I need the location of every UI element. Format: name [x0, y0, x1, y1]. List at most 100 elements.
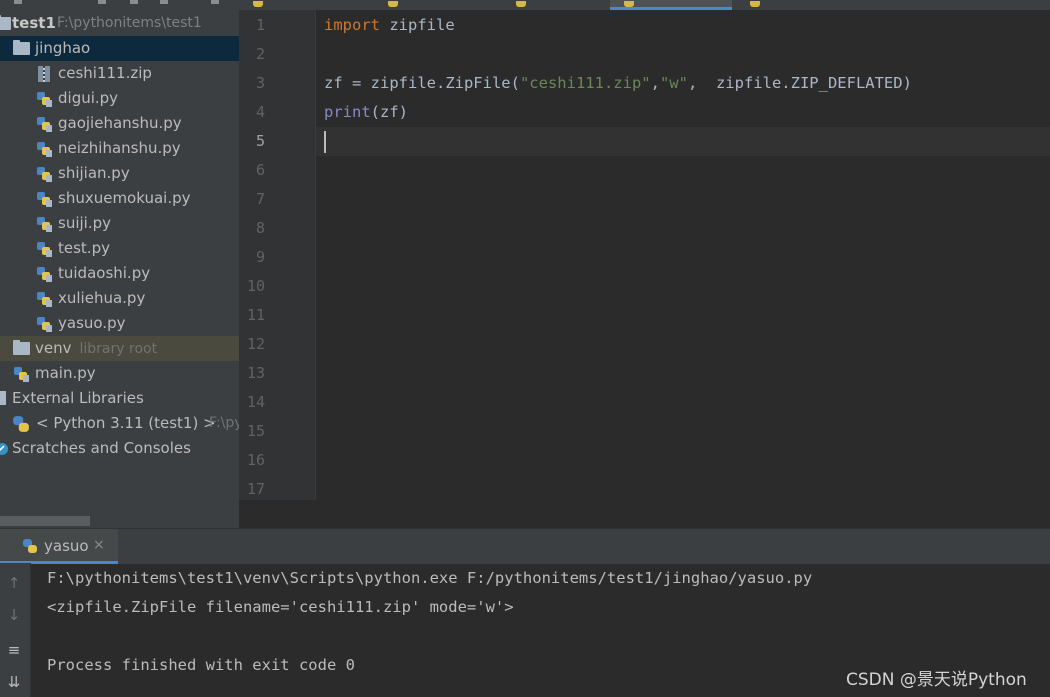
line-number: 13 [246, 364, 265, 382]
python-file-icon [37, 142, 52, 157]
folder-label: jinghao [35, 39, 91, 57]
editor-tab-bar [239, 0, 1050, 10]
python-file-icon [37, 117, 52, 132]
scratches-label: Scratches and Consoles [12, 439, 191, 457]
scroll-to-end-icon[interactable]: ⇊ [5, 673, 23, 691]
code-line-1: import zipfile [324, 11, 455, 40]
python-logo-icon [13, 416, 29, 432]
tree-file-item[interactable]: yasuo.py [0, 311, 239, 336]
tree-file-item[interactable]: shijian.py [0, 161, 239, 186]
python-file-icon [37, 92, 52, 107]
project-root-name: test1 [12, 14, 56, 32]
soft-wrap-icon[interactable]: ≡ [5, 641, 23, 659]
close-icon[interactable]: × [93, 537, 105, 553]
line-number: 15 [246, 422, 265, 440]
venv-label: venv library root [35, 336, 157, 362]
toolbar-icon[interactable] [160, 0, 168, 4]
line-number: 7 [255, 190, 265, 208]
current-line-highlight [316, 127, 1050, 156]
toolbar-icon[interactable] [130, 0, 138, 4]
tree-file-item[interactable]: neizhihanshu.py [0, 136, 239, 161]
python-file-icon [37, 192, 52, 207]
editor-tab[interactable] [736, 0, 854, 10]
tree-folder-jinghao[interactable]: jinghao [0, 36, 239, 61]
text-caret [324, 131, 326, 153]
python-file-icon [388, 1, 398, 7]
file-label: xuliehua.py [58, 289, 146, 307]
project-root-path: F:\pythonitems\test1 [57, 15, 202, 31]
file-label: ceshi111.zip [58, 64, 152, 82]
tree-file-item[interactable]: gaojiehanshu.py [0, 111, 239, 136]
code-editor[interactable]: import zipfile zf = zipfile.ZipFile("ces… [316, 10, 1050, 500]
editor-tab[interactable] [374, 0, 494, 10]
scratches-icon [0, 443, 8, 455]
run-header: yasuo × [0, 528, 1050, 564]
line-number: 3 [255, 74, 265, 92]
project-tool-window: test1 F:\pythonitems\test1 jinghao ceshi… [0, 0, 239, 528]
zip-file-icon [38, 66, 50, 82]
run-side-toolbar: ↑ ↓ ≡ ⇊ [0, 563, 31, 697]
sidebar-horizontal-scrollbar[interactable] [0, 516, 90, 526]
line-number: 4 [255, 103, 265, 121]
toolbar-icon[interactable] [98, 0, 106, 4]
python-file-icon [37, 242, 52, 257]
console-line: F:\pythonitems\test1\venv\Scripts\python… [47, 569, 813, 587]
tree-file-item[interactable]: shuxuemokuai.py [0, 186, 239, 211]
file-label: suiji.py [58, 214, 111, 232]
line-number: 6 [255, 161, 265, 179]
file-label: shijian.py [58, 164, 130, 182]
tree-python-sdk[interactable]: < Python 3.11 (test1) > F:\py [0, 411, 239, 436]
python-logo-icon [23, 539, 37, 553]
file-label: shuxuemokuai.py [58, 189, 191, 207]
tree-file-item[interactable]: digui.py [0, 86, 239, 111]
python-file-icon [37, 217, 52, 232]
external-libraries-label: External Libraries [12, 389, 144, 407]
arrow-down-icon[interactable]: ↓ [5, 606, 23, 624]
tree-file-item[interactable]: test.py [0, 236, 239, 261]
tree-file-item[interactable]: ceshi111.zip [0, 61, 239, 86]
editor-tab[interactable] [239, 0, 364, 10]
python-file-icon [37, 267, 52, 282]
arrow-up-icon[interactable]: ↑ [5, 574, 23, 592]
tree-root-test1[interactable]: test1 F:\pythonitems\test1 [0, 11, 239, 36]
keyword-import: import [324, 16, 380, 34]
line-number: 8 [255, 219, 265, 237]
library-icon [0, 391, 6, 405]
venv-name: venv [35, 339, 72, 357]
python-file-icon [37, 317, 52, 332]
python-sdk-label: < Python 3.11 (test1) > [36, 414, 216, 432]
file-label: tuidaoshi.py [58, 264, 151, 282]
folder-icon [0, 15, 11, 30]
line-number: 5 [255, 132, 265, 150]
code-text: , [650, 74, 660, 92]
line-number-gutter: 1 2 3 4 5 6 7 8 9 10 11 12 13 14 15 16 17 [239, 10, 316, 500]
line-number: 14 [246, 393, 265, 411]
project-toolbar [0, 0, 239, 10]
toolbar-icon[interactable] [14, 0, 22, 4]
tree-file-item[interactable]: tuidaoshi.py [0, 261, 239, 286]
string-literal: "w" [659, 74, 688, 92]
tree-file-item[interactable]: xuliehua.py [0, 286, 239, 311]
editor-bottom-area [239, 500, 1050, 528]
python-file-icon [37, 292, 52, 307]
line-number: 16 [246, 451, 265, 469]
line-number: 12 [246, 335, 265, 353]
editor-tab[interactable] [504, 0, 604, 10]
tree-file-item[interactable]: suiji.py [0, 211, 239, 236]
console-line: <zipfile.ZipFile filename='ceshi111.zip'… [47, 598, 514, 616]
tree-folder-venv[interactable]: venv library root [0, 336, 239, 361]
python-file-icon [253, 1, 263, 7]
run-tab-yasuo[interactable]: yasuo × [0, 529, 118, 564]
editor-tab-active[interactable] [610, 0, 732, 10]
tree-external-libraries[interactable]: External Libraries [0, 386, 239, 411]
file-label: neizhihanshu.py [58, 139, 181, 157]
tree-file-main[interactable]: main.py [0, 361, 239, 386]
folder-icon [13, 40, 30, 55]
tree-scratches[interactable]: Scratches and Consoles [0, 436, 239, 461]
console-line: Process finished with exit code 0 [47, 656, 355, 674]
python-file-icon [624, 1, 634, 7]
toolbar-icon[interactable] [211, 0, 219, 4]
file-label: test.py [58, 239, 110, 257]
code-line-3: zf = zipfile.ZipFile("ceshi111.zip","w",… [324, 69, 912, 98]
code-text: zf = zipfile.ZipFile( [324, 74, 520, 92]
